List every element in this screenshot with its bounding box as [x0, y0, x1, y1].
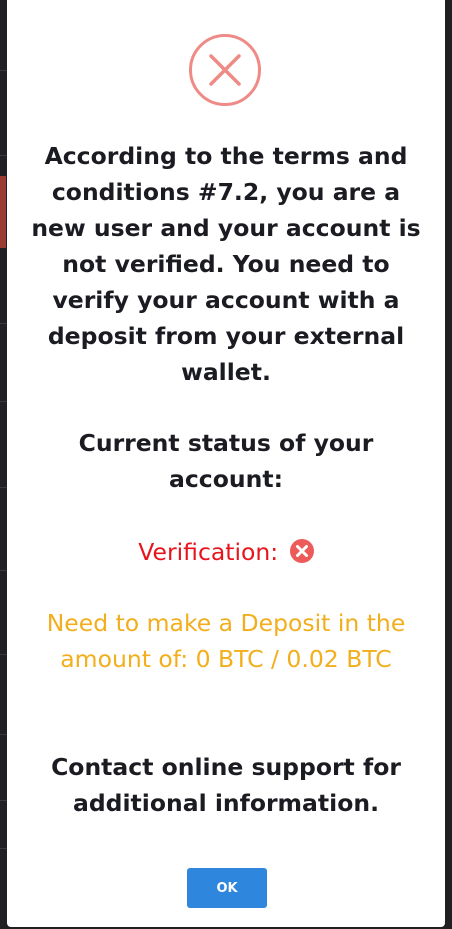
contact-support-text: Contact online support for additional in…: [51, 753, 401, 817]
ok-button[interactable]: OK: [187, 868, 267, 908]
verification-label: Verification:: [138, 538, 279, 566]
status-heading: Current status of your account:: [78, 429, 374, 493]
close-x-icon: [209, 54, 241, 86]
verification-status: Verification:: [25, 534, 427, 570]
verification-message: According to the terms and conditions #7…: [31, 142, 421, 386]
alert-dialog: According to the terms and conditions #7…: [7, 0, 445, 927]
deposit-requirement: Need to make a Deposit in the amount of:…: [46, 609, 406, 673]
error-icon: [189, 34, 261, 106]
times-circle-icon: [289, 539, 314, 563]
backdrop-accent: [0, 176, 6, 248]
